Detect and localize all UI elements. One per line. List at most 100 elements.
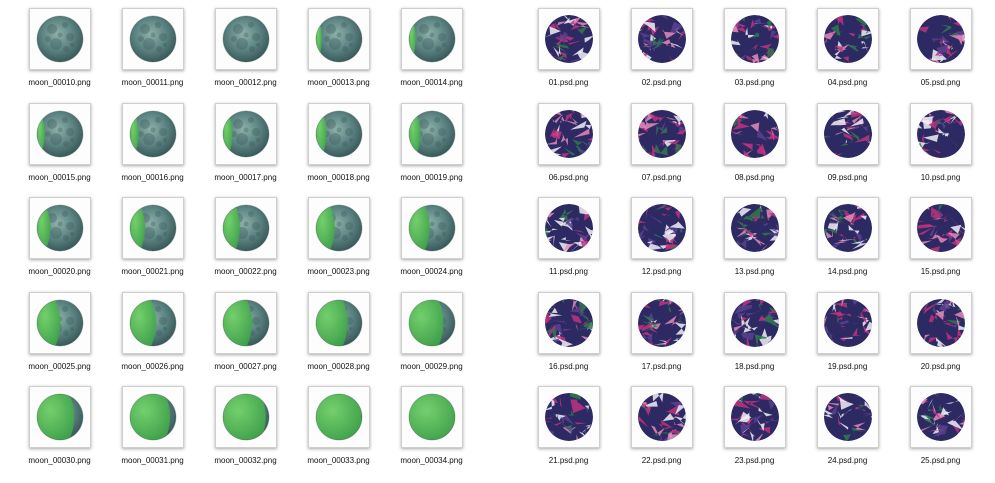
file-name-label[interactable]: moon_00022.png xyxy=(214,267,276,277)
moon-thumbnail[interactable] xyxy=(307,386,370,449)
collage-thumbnail[interactable] xyxy=(537,291,600,354)
collage-thumbnail[interactable] xyxy=(723,386,786,449)
collage-thumbnail[interactable] xyxy=(630,197,693,260)
moon-thumbnail[interactable] xyxy=(307,102,370,165)
file-item[interactable]: moon_00021.png xyxy=(106,197,199,292)
file-name-label[interactable]: moon_00020.png xyxy=(28,267,90,277)
file-item[interactable]: moon_00020.png xyxy=(13,197,106,292)
moon-thumbnail[interactable] xyxy=(214,102,277,165)
file-name-label[interactable]: 16.psd.png xyxy=(549,362,589,372)
file-name-label[interactable]: moon_00018.png xyxy=(307,173,369,183)
file-item[interactable]: 08.psd.png xyxy=(708,102,801,198)
file-item[interactable]: 21.psd.png xyxy=(522,386,615,481)
file-name-label[interactable]: 03.psd.png xyxy=(735,78,775,88)
file-name-label[interactable]: 12.psd.png xyxy=(642,267,682,277)
collage-thumbnail[interactable] xyxy=(537,102,600,165)
file-name-label[interactable]: 06.psd.png xyxy=(549,173,589,183)
file-name-label[interactable]: moon_00029.png xyxy=(400,362,462,372)
moon-thumbnail[interactable] xyxy=(28,386,91,449)
moon-thumbnail[interactable] xyxy=(121,8,184,70)
moon-thumbnail[interactable] xyxy=(307,291,370,354)
file-name-label[interactable]: 22.psd.png xyxy=(642,456,682,466)
moon-thumbnail[interactable] xyxy=(28,291,91,354)
file-item[interactable]: 02.psd.png xyxy=(615,8,708,103)
file-item[interactable]: moon_00014.png xyxy=(385,8,478,103)
moon-thumbnail[interactable] xyxy=(121,197,184,260)
file-name-label[interactable]: 25.psd.png xyxy=(921,456,961,466)
file-name-label[interactable]: 05.psd.png xyxy=(921,78,961,88)
file-name-label[interactable]: 21.psd.png xyxy=(549,456,589,466)
moon-thumbnail[interactable] xyxy=(400,8,463,70)
file-name-label[interactable]: moon_00016.png xyxy=(121,173,183,183)
file-item[interactable]: moon_00015.png xyxy=(13,102,106,198)
file-item[interactable]: moon_00025.png xyxy=(13,291,106,387)
moon-thumbnail[interactable] xyxy=(121,386,184,449)
collage-thumbnail[interactable] xyxy=(816,8,879,70)
moon-thumbnail[interactable] xyxy=(121,102,184,165)
file-item[interactable]: 13.psd.png xyxy=(708,197,801,292)
collage-thumbnail[interactable] xyxy=(630,8,693,70)
file-name-label[interactable]: moon_00024.png xyxy=(400,267,462,277)
file-name-label[interactable]: 14.psd.png xyxy=(828,267,868,277)
file-item[interactable]: moon_00026.png xyxy=(106,291,199,387)
file-name-label[interactable]: 15.psd.png xyxy=(921,267,961,277)
moon-thumbnail[interactable] xyxy=(307,8,370,70)
file-name-label[interactable]: moon_00011.png xyxy=(122,78,184,88)
file-item[interactable]: 03.psd.png xyxy=(708,8,801,103)
file-item[interactable]: moon_00024.png xyxy=(385,197,478,292)
file-item[interactable]: 15.psd.png xyxy=(894,197,987,292)
file-item[interactable]: 23.psd.png xyxy=(708,386,801,481)
collage-thumbnail[interactable] xyxy=(816,291,879,354)
file-item[interactable]: 09.psd.png xyxy=(801,102,894,198)
file-name-label[interactable]: moon_00019.png xyxy=(400,173,462,183)
collage-thumbnail[interactable] xyxy=(723,291,786,354)
file-item[interactable]: 22.psd.png xyxy=(615,386,708,481)
file-item[interactable]: moon_00031.png xyxy=(106,386,199,481)
file-name-label[interactable]: moon_00031.png xyxy=(121,456,183,466)
file-item[interactable]: moon_00029.png xyxy=(385,291,478,387)
collage-thumbnail[interactable] xyxy=(723,8,786,70)
collage-thumbnail[interactable] xyxy=(630,102,693,165)
moon-thumbnail[interactable] xyxy=(214,8,277,70)
file-item[interactable]: 19.psd.png xyxy=(801,291,894,387)
file-name-label[interactable]: moon_00026.png xyxy=(121,362,183,372)
file-item[interactable]: moon_00027.png xyxy=(199,291,292,387)
moon-thumbnail[interactable] xyxy=(121,291,184,354)
file-item[interactable]: 05.psd.png xyxy=(894,8,987,103)
file-item[interactable]: moon_00032.png xyxy=(199,386,292,481)
file-item[interactable]: moon_00017.png xyxy=(199,102,292,198)
file-name-label[interactable]: 01.psd.png xyxy=(549,78,589,88)
file-name-label[interactable]: 04.psd.png xyxy=(828,78,868,88)
moon-thumbnail[interactable] xyxy=(214,291,277,354)
file-item[interactable]: moon_00013.png xyxy=(292,8,385,103)
file-name-label[interactable]: moon_00027.png xyxy=(214,362,276,372)
file-name-label[interactable]: moon_00014.png xyxy=(400,78,462,88)
file-item[interactable]: moon_00010.png xyxy=(13,8,106,103)
file-item[interactable]: moon_00018.png xyxy=(292,102,385,198)
moon-thumbnail[interactable] xyxy=(28,197,91,260)
collage-thumbnail[interactable] xyxy=(723,197,786,260)
file-name-label[interactable]: moon_00013.png xyxy=(307,78,369,88)
file-item[interactable]: 11.psd.png xyxy=(522,197,615,292)
file-item[interactable]: moon_00016.png xyxy=(106,102,199,198)
file-name-label[interactable]: moon_00023.png xyxy=(307,267,369,277)
collage-thumbnail[interactable] xyxy=(816,197,879,260)
file-name-label[interactable]: moon_00028.png xyxy=(307,362,369,372)
file-name-label[interactable]: 11.psd.png xyxy=(549,267,588,277)
moon-thumbnail[interactable] xyxy=(400,291,463,354)
file-name-label[interactable]: moon_00032.png xyxy=(214,456,276,466)
collage-thumbnail[interactable] xyxy=(723,102,786,165)
file-name-label[interactable]: 07.psd.png xyxy=(642,173,682,183)
collage-thumbnail[interactable] xyxy=(909,291,972,354)
file-item[interactable]: 06.psd.png xyxy=(522,102,615,198)
file-item[interactable]: 07.psd.png xyxy=(615,102,708,198)
file-item[interactable]: 12.psd.png xyxy=(615,197,708,292)
file-name-label[interactable]: moon_00025.png xyxy=(28,362,90,372)
file-name-label[interactable]: moon_00030.png xyxy=(28,456,90,466)
file-item[interactable]: moon_00030.png xyxy=(13,386,106,481)
file-item[interactable]: moon_00028.png xyxy=(292,291,385,387)
file-item[interactable]: moon_00034.png xyxy=(385,386,478,481)
file-name-label[interactable]: 18.psd.png xyxy=(735,362,775,372)
moon-thumbnail[interactable] xyxy=(400,386,463,449)
file-name-label[interactable]: 09.psd.png xyxy=(828,173,868,183)
